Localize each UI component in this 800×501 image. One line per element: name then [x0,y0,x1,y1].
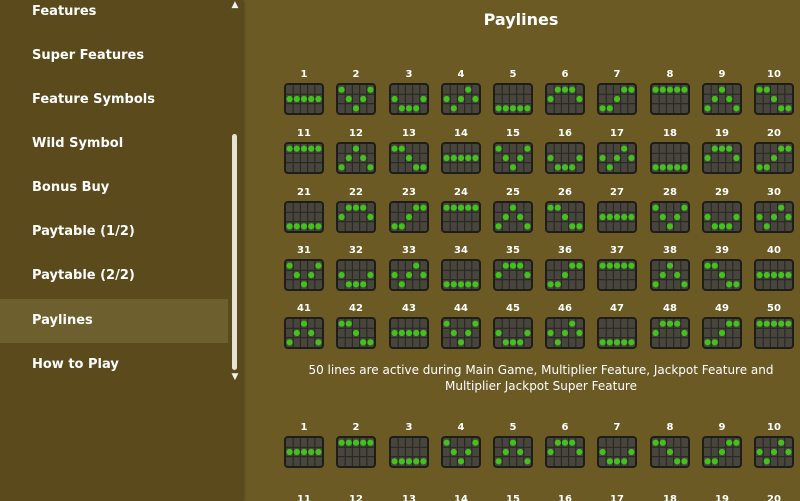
payline-number: 16 [558,494,572,501]
payline-pattern-icon [284,436,324,468]
payline-number: 7 [613,422,621,433]
payline-number: 11 [297,494,311,501]
payline-number: 14 [454,494,468,501]
payline-number: 6 [561,422,569,433]
payline-pattern-icon [754,436,794,468]
payline-pattern-icon [493,436,533,468]
scroll-down-icon[interactable]: ▼ [230,372,240,382]
payline-number: 5 [509,422,517,433]
paylines-panel: Paylines 1 2 3 4 5 6 7 8 9 10 11 12 13 14 15 16 17 18 19 20… [242,0,800,501]
sidebar-item-paytable-1-2[interactable]: Paytable (1/2) [0,210,228,254]
payline-number: 13 [402,494,416,501]
sidebar-item-feature-symbols[interactable]: Feature Symbols [0,78,228,122]
scrollbar-thumb[interactable] [232,134,237,370]
scroll-up-icon[interactable]: ▲ [230,0,240,10]
payline-pattern-icon [336,436,376,468]
payline-pattern-icon [389,436,429,468]
sidebar-scrollbar[interactable]: ▲ ▼ [229,0,240,501]
payline-pattern-icon [597,436,637,468]
payline-number: 3 [405,422,413,433]
payline-number: 18 [663,494,677,501]
paylines-grid-second: 1 2 3 4 5 6 7 8 9 10 11 12 13 14 15 16 17 18 19 20 [242,0,800,501]
payline-number: 9 [718,422,726,433]
payline-number: 19 [715,494,729,501]
payline-pattern-icon [545,436,585,468]
sidebar: Features Super Features Feature Symbols Wil… [0,0,242,501]
sidebar-item-super-features[interactable]: Super Features [0,34,228,78]
payline-number: 1 [300,422,308,433]
payline-pattern-icon [441,436,481,468]
sidebar-item-wild-symbol[interactable]: Wild Symbol [0,122,228,166]
payline-pattern-icon [702,436,742,468]
payline-number: 8 [666,422,674,433]
sidebar-item-paytable-2-2[interactable]: Paytable (2/2) [0,254,228,298]
payline-number: 15 [506,494,520,501]
payline-number: 4 [457,422,465,433]
sidebar-item-features[interactable]: Features [0,0,228,34]
payline-number: 12 [349,494,363,501]
payline-pattern-icon [650,436,690,468]
sidebar-item-paylines[interactable]: Paylines [0,299,228,343]
payline-number: 10 [767,422,781,433]
payline-number: 2 [352,422,360,433]
sidebar-item-bonus-buy[interactable]: Bonus Buy [0,166,228,210]
sidebar-item-how-to-play[interactable]: How to Play [0,343,228,387]
payline-number: 17 [610,494,624,501]
payline-number: 20 [767,494,781,501]
